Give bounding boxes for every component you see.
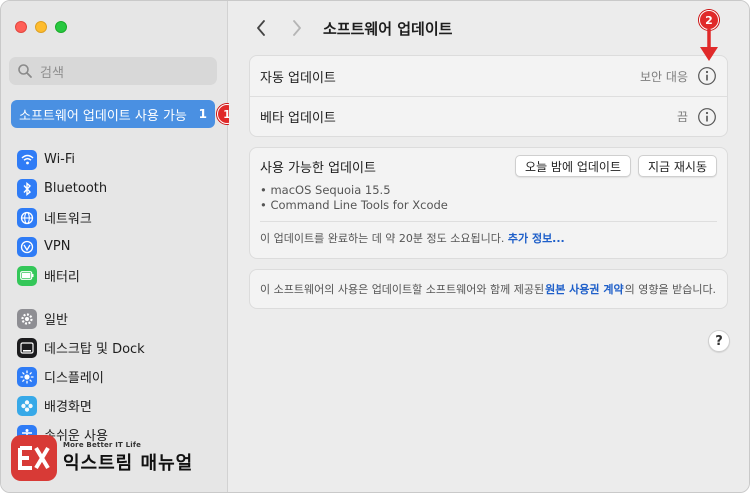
sidebar-item-bluetooth[interactable]: Bluetooth	[17, 174, 145, 203]
beta-update-row: 베타 업데이트 끔	[250, 96, 727, 136]
sidebar-item-label: Bluetooth	[44, 181, 108, 196]
more-info-link[interactable]: 추가 정보...	[508, 232, 565, 245]
license-prefix: 이 소프트웨어의 사용은 업데이트할 소프트웨어와 함께 제공된	[260, 283, 545, 296]
bluetooth-icon	[17, 178, 37, 199]
available-updates-title: 사용 가능한 업데이트	[260, 160, 376, 176]
install-time-text: 이 업데이트를 완료하는 데 약 20분 정도 소요됩니다.	[260, 232, 508, 245]
watermark-logo: More Better IT Life 익스트림 매뉴얼	[11, 435, 193, 481]
search-input[interactable]: 검색	[9, 57, 217, 85]
sidebar-item-vpn[interactable]: VPN	[17, 232, 145, 261]
update-count-badge: 1	[198, 107, 207, 121]
sidebar-item-label: 디스플레이	[44, 371, 104, 386]
auto-update-label: 자동 업데이트	[260, 70, 336, 86]
forward-button[interactable]	[285, 16, 309, 40]
page-title: 소프트웨어 업데이트	[323, 19, 453, 38]
sidebar-list: Wi-Fi Bluetooth 네트워크 VPN 배터리 일반 데스크탑 및 D…	[17, 145, 145, 449]
beta-update-label: 베타 업데이트	[260, 111, 336, 126]
sidebar-item-label: 일반	[44, 313, 68, 328]
logo-tagline: More Better IT Life	[63, 441, 142, 449]
settings-window: 검색 소프트웨어 업데이트 사용 가능 1 Wi-Fi Bluetooth 네트…	[0, 0, 750, 493]
license-agreement-link[interactable]: 원본 사용권 계약	[545, 281, 624, 297]
chevron-right-icon	[293, 20, 301, 36]
wifi-icon	[17, 149, 37, 170]
battery-icon	[17, 265, 37, 286]
sidebar-separator	[17, 290, 145, 304]
install-time-note: 이 업데이트를 완료하는 데 약 20분 정도 소요됩니다. 추가 정보...	[260, 221, 717, 246]
update-tonight-button[interactable]: 오늘 밤에 업데이트	[515, 155, 631, 177]
zoom-button[interactable]	[55, 21, 67, 33]
sidebar-item-wifi[interactable]: Wi-Fi	[17, 145, 145, 174]
update-list: • macOS Sequoia 15.5 • Command Line Tool…	[250, 177, 727, 213]
list-item: • macOS Sequoia 15.5	[260, 183, 391, 197]
logo-badge	[11, 435, 57, 481]
minimize-button[interactable]	[35, 21, 47, 33]
search-placeholder: 검색	[40, 65, 64, 81]
license-suffix: 의 영향을 받습니다.	[624, 283, 717, 296]
available-updates-card: 사용 가능한 업데이트 오늘 밤에 업데이트 지금 재시동 • macOS Se…	[249, 147, 728, 259]
sidebar-item-label: 배경화면	[44, 400, 92, 415]
display-icon	[17, 366, 37, 387]
vpn-icon	[17, 236, 37, 257]
sidebar-item-label: Wi-Fi	[44, 152, 76, 167]
main-pane: 소프트웨어 업데이트 자동 업데이트 보안 대응 베타 업데이트 끔 사용 가능…	[229, 1, 749, 492]
sidebar-item-label: VPN	[44, 239, 71, 254]
window-controls	[15, 21, 67, 33]
sidebar-item-desktop-dock[interactable]: 데스크탑 및 Dock	[17, 333, 145, 362]
sidebar-item-label: 소프트웨어 업데이트 사용 가능	[19, 108, 187, 124]
sidebar-item-label: 배터리	[44, 270, 80, 285]
sidebar-item-general[interactable]: 일반	[17, 304, 145, 333]
info-icon[interactable]	[697, 66, 717, 86]
toolbar: 소프트웨어 업데이트	[229, 13, 749, 43]
network-icon	[17, 207, 37, 228]
sidebar-item-network[interactable]: 네트워크	[17, 203, 145, 232]
info-icon[interactable]	[697, 107, 717, 127]
annotation-arrow-icon	[700, 29, 718, 61]
chevron-left-icon	[257, 20, 265, 36]
sidebar-item-label: 네트워크	[44, 212, 92, 227]
help-button[interactable]: ?	[708, 330, 730, 352]
beta-update-value: 끔	[676, 110, 688, 124]
sidebar-item-battery[interactable]: 배터리	[17, 261, 145, 290]
update-settings-card: 자동 업데이트 보안 대응 베타 업데이트 끔	[249, 55, 728, 137]
dock-icon	[17, 337, 37, 358]
sidebar-item-software-update[interactable]: 소프트웨어 업데이트 사용 가능 1	[11, 100, 215, 128]
wallpaper-icon	[17, 395, 37, 416]
sidebar-item-display[interactable]: 디스플레이	[17, 362, 145, 391]
back-button[interactable]	[249, 16, 273, 40]
logo-name: 익스트림 매뉴얼	[63, 453, 194, 474]
search-icon	[18, 64, 32, 78]
auto-update-value: 보안 대응	[640, 69, 688, 84]
list-item: • Command Line Tools for Xcode	[260, 198, 448, 212]
sidebar-item-label: 데스크탑 및 Dock	[44, 342, 145, 357]
gear-icon	[17, 308, 37, 329]
restart-now-button[interactable]: 지금 재시동	[637, 155, 717, 177]
license-card: 이 소프트웨어의 사용은 업데이트할 소프트웨어와 함께 제공된 원본 사용권 …	[249, 269, 728, 309]
sidebar-item-wallpaper[interactable]: 배경화면	[17, 391, 145, 420]
auto-update-row: 자동 업데이트 보안 대응	[250, 56, 727, 96]
close-button[interactable]	[15, 21, 27, 33]
sidebar: 검색 소프트웨어 업데이트 사용 가능 1 Wi-Fi Bluetooth 네트…	[1, 1, 228, 492]
